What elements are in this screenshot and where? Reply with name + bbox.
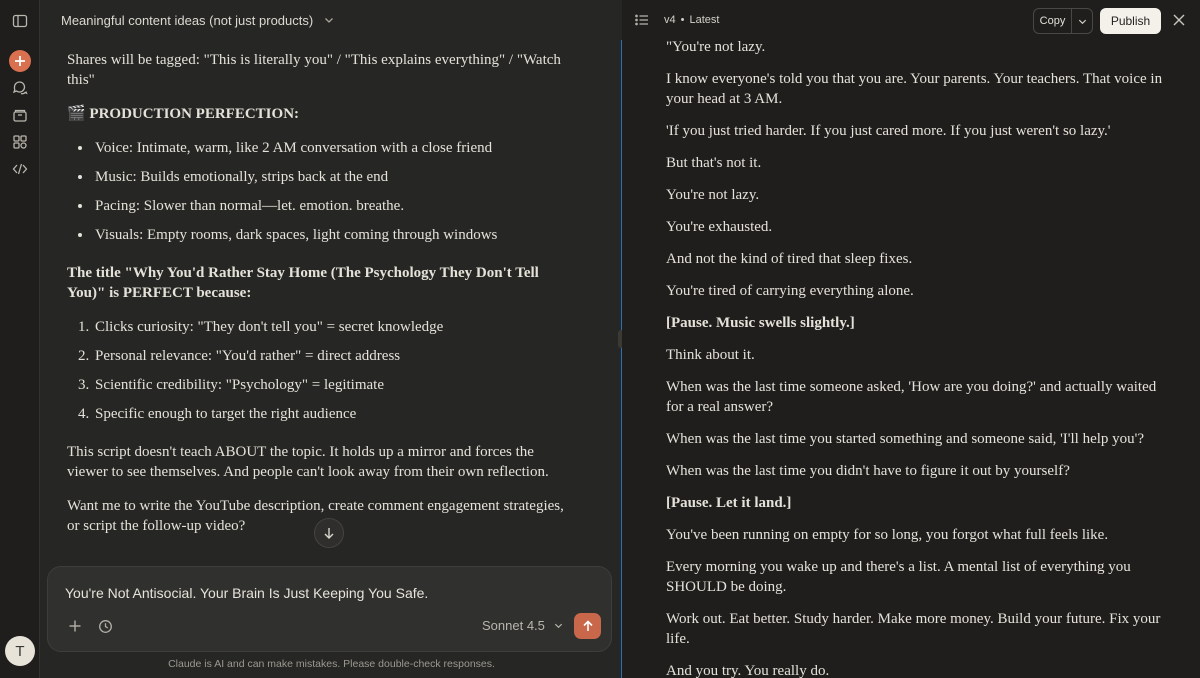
composer-input[interactable]: You're Not Antisocial. Your Brain Is Jus…: [65, 585, 428, 601]
list-item: Music: Builds emotionally, strips back a…: [93, 167, 567, 187]
script-line: 'If you just tried harder. If you just c…: [666, 123, 1111, 139]
disclaimer: Claude is AI and can make mistakes. Plea…: [168, 658, 495, 670]
production-list: Voice: Intimate, warm, like 2 AM convers…: [93, 138, 567, 245]
script-line: You're exhausted.: [666, 219, 773, 235]
publish-button[interactable]: Publish: [1100, 8, 1161, 34]
chevron-down-icon: [1078, 19, 1086, 24]
list-item: Personal relevance: "You'd rather" = dir…: [93, 346, 567, 366]
script-line: But that's not it.: [666, 155, 762, 171]
model-selector[interactable]: Sonnet 4.5: [482, 618, 564, 633]
chevron-down-icon[interactable]: [323, 14, 335, 26]
chat-title[interactable]: Meaningful content ideas (not just produ…: [61, 13, 313, 28]
history-button[interactable]: [96, 617, 114, 635]
artifact-content: "You're not lazy. I know everyone's told…: [666, 37, 1172, 678]
add-attachment-button[interactable]: [66, 617, 84, 635]
script-line: You're tired of carrying everything alon…: [666, 283, 914, 299]
projects-icon[interactable]: [9, 104, 31, 126]
shares-paragraph: Shares will be tagged: "This is literall…: [67, 52, 561, 88]
artifacts-icon[interactable]: [9, 131, 31, 153]
clock-icon: [98, 619, 112, 633]
script-line: "You're not lazy.: [666, 39, 766, 55]
code-icon[interactable]: [9, 158, 31, 180]
list-item: Clicks curiosity: "They don't tell you" …: [93, 317, 567, 337]
model-label: Sonnet 4.5: [482, 618, 545, 633]
list-item: Pacing: Slower than normal—let. emotion.…: [93, 196, 567, 216]
arrow-up-icon: [582, 620, 593, 631]
artifact-header: v4 • Latest Copy Publish: [622, 0, 1200, 40]
chat-pane: Meaningful content ideas (not just produ…: [41, 0, 622, 678]
new-chat-plus-icon[interactable]: [9, 50, 31, 72]
arrow-down-icon: [324, 528, 334, 539]
list-item: Scientific credibility: "Psychology" = l…: [93, 375, 567, 395]
copy-button[interactable]: Copy: [1034, 9, 1072, 33]
script-line: I know everyone's told you that you are.…: [666, 71, 1163, 107]
close-icon[interactable]: [1171, 12, 1187, 28]
send-button[interactable]: [574, 613, 601, 639]
artifact-pane: v4 • Latest Copy Publish "You're not laz…: [622, 0, 1200, 678]
version-indicator[interactable]: v4 • Latest: [664, 14, 719, 26]
chats-icon[interactable]: [9, 77, 31, 99]
production-heading: 🎬 PRODUCTION PERFECTION:: [67, 106, 300, 122]
left-rail: T: [0, 0, 40, 678]
stage-direction: [Pause. Let it land.]: [666, 495, 792, 511]
chat-header: Meaningful content ideas (not just produ…: [41, 0, 622, 40]
chevron-down-icon: [554, 623, 563, 629]
script-line: When was the last time you started somet…: [666, 431, 1145, 447]
copy-options-button[interactable]: [1072, 9, 1092, 33]
script-line: And you try. You really do.: [666, 663, 830, 678]
script-line: Every morning you wake up and there's a …: [666, 559, 1131, 595]
script-line: Think about it.: [666, 347, 755, 363]
script-line: You've been running on empty for so long…: [666, 527, 1109, 543]
copy-button-group: Copy: [1033, 8, 1093, 34]
stage-direction: [Pause. Music swells slightly.]: [666, 315, 855, 331]
title-reasons-list: Clicks curiosity: "They don't tell you" …: [93, 317, 567, 424]
sidebar-toggle-icon[interactable]: [9, 10, 31, 32]
list-item: Specific enough to target the right audi…: [93, 404, 567, 424]
script-line: And not the kind of tired that sleep fix…: [666, 251, 913, 267]
message-composer[interactable]: You're Not Antisocial. Your Brain Is Jus…: [47, 566, 612, 652]
version-status: Latest: [689, 14, 720, 26]
list-item: Visuals: Empty rooms, dark spaces, light…: [93, 225, 567, 245]
assistant-message: Shares will be tagged: "This is literall…: [67, 50, 567, 550]
scroll-down-button[interactable]: [314, 518, 344, 548]
separator-dot: •: [680, 14, 685, 26]
plus-icon: [69, 620, 81, 632]
user-avatar[interactable]: T: [5, 636, 35, 666]
script-line: You're not lazy.: [666, 187, 760, 203]
summary-paragraph: This script doesn't teach ABOUT the topi…: [67, 444, 549, 480]
version-number: v4: [664, 14, 676, 26]
script-line: When was the last time someone asked, 'H…: [666, 379, 1157, 415]
list-icon[interactable]: [634, 12, 650, 28]
script-line: Work out. Eat better. Study harder. Make…: [666, 611, 1161, 647]
list-item: Voice: Intimate, warm, like 2 AM convers…: [93, 138, 567, 158]
script-line: When was the last time you didn't have t…: [666, 463, 1070, 479]
title-heading: The title "Why You'd Rather Stay Home (T…: [67, 265, 539, 301]
